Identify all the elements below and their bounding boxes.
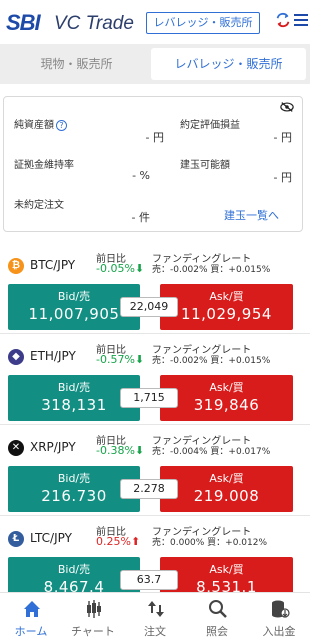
ask-label: Ask/買: [209, 563, 244, 576]
btc-icon: ₿: [8, 258, 24, 274]
bottom-nav: ホーム チャート 注文 照会 入出金: [0, 592, 310, 640]
net-assets-label: 純資産額?: [14, 116, 67, 131]
spread-badge: 2.278: [120, 479, 178, 499]
arrow-up-icon: ⬆: [130, 535, 141, 548]
ltc-icon: Ł: [8, 531, 24, 547]
home-icon: [24, 601, 40, 617]
funding-rate-value: 売：-0.002% 買：+0.015%: [152, 356, 271, 366]
arrow-down-icon: ⬇: [134, 353, 145, 366]
tab-spot[interactable]: 現物・販売所: [4, 48, 149, 80]
ask-price: 219.008: [193, 487, 260, 505]
nav-home[interactable]: ホーム: [0, 593, 62, 640]
help-icon[interactable]: ?: [56, 119, 67, 131]
net-assets-value: - 円: [145, 131, 164, 144]
menu-icon[interactable]: [294, 14, 308, 26]
ask-label: Ask/買: [209, 290, 244, 303]
spread-badge: 1,715: [120, 388, 178, 408]
order-icon: [148, 601, 164, 617]
xrp-icon: ✕: [8, 440, 24, 456]
funding-rate-value: 売：-0.002% 買：+0.015%: [152, 265, 271, 275]
margin-rate-value: - %: [132, 169, 150, 182]
open-orders-value: - 件: [131, 211, 150, 224]
pair-label: XRP/JPY: [30, 440, 76, 454]
positions-link[interactable]: 建玉一覧へ: [224, 207, 279, 223]
mode-switch-button[interactable]: レバレッジ・販売所: [146, 12, 260, 34]
inquiry-icon: [209, 600, 227, 618]
arrow-down-icon: ⬇: [134, 262, 145, 275]
available-value: - 円: [273, 171, 292, 184]
funding-rate-value: 売：-0.004% 買：+0.017%: [152, 447, 271, 457]
logo-sbi: SBI: [6, 10, 41, 35]
available-label: 建玉可能額: [180, 160, 230, 171]
pair-label: BTC/JPY: [30, 258, 76, 272]
ask-label: Ask/買: [209, 472, 244, 485]
open-orders-label: 未約定注文: [14, 200, 64, 211]
nav-inquiry[interactable]: 照会: [186, 593, 248, 640]
tab-leverage[interactable]: レバレッジ・販売所: [151, 48, 306, 80]
arrow-down-icon: ⬇: [134, 444, 145, 457]
market-row-btc: ₿ BTC/JPY 前日比 -0.05%⬇ ファンディングレート 売：-0.002% 買：…: [0, 250, 310, 334]
ask-price: 319,846: [193, 396, 260, 414]
app-header: SBI VC Trade レバレッジ・販売所: [0, 0, 310, 40]
market-row-eth: ◆ ETH/JPY 前日比 -0.57%⬇ ファンディングレート 売：-0.002% 買：…: [0, 341, 310, 425]
spread-badge: 22,049: [120, 297, 178, 317]
ask-button[interactable]: Ask/買 219.008: [160, 466, 293, 512]
nav-deposit[interactable]: 入出金: [248, 593, 310, 640]
margin-rate-label: 証拠金維持率: [14, 160, 74, 171]
change-value: -0.05%⬇: [96, 262, 145, 275]
row-divider: [0, 424, 310, 425]
ask-button[interactable]: Ask/買 319,846: [160, 375, 293, 421]
change-value: -0.57%⬇: [96, 353, 145, 366]
row-divider: [0, 515, 310, 516]
sync-icon[interactable]: [274, 10, 292, 30]
tab-bar: 現物・販売所 レバレッジ・販売所: [0, 44, 310, 84]
ask-label: Ask/買: [209, 381, 244, 394]
unrealized-pl-value: - 円: [273, 131, 292, 144]
nav-order[interactable]: 注文: [124, 593, 186, 640]
pair-label: ETH/JPY: [30, 349, 76, 363]
chart-icon: [87, 600, 101, 618]
ask-price: 11,029,954: [181, 305, 272, 323]
spread-badge: 63.7: [120, 570, 178, 590]
nav-chart[interactable]: チャート: [62, 593, 124, 640]
change-value: 0.25%⬆: [96, 535, 141, 548]
change-value: -0.38%⬇: [96, 444, 145, 457]
row-divider: [0, 333, 310, 334]
funding-rate-value: 売：0.000% 買：+0.012%: [152, 538, 268, 548]
eye-off-icon[interactable]: [280, 101, 294, 113]
logo-vc-trade: VC Trade: [54, 13, 134, 34]
eth-icon: ◆: [8, 349, 24, 365]
ask-button[interactable]: Ask/買 11,029,954: [160, 284, 293, 330]
account-summary-card: 純資産額? - 円 約定評価損益 - 円 証拠金維持率 - % 建玉可能額 - …: [3, 96, 303, 232]
deposit-icon: [272, 600, 290, 618]
pair-label: LTC/JPY: [30, 531, 72, 545]
market-row-xrp: ✕ XRP/JPY 前日比 -0.38%⬇ ファンディングレート 売：-0.004% 買：…: [0, 432, 310, 516]
